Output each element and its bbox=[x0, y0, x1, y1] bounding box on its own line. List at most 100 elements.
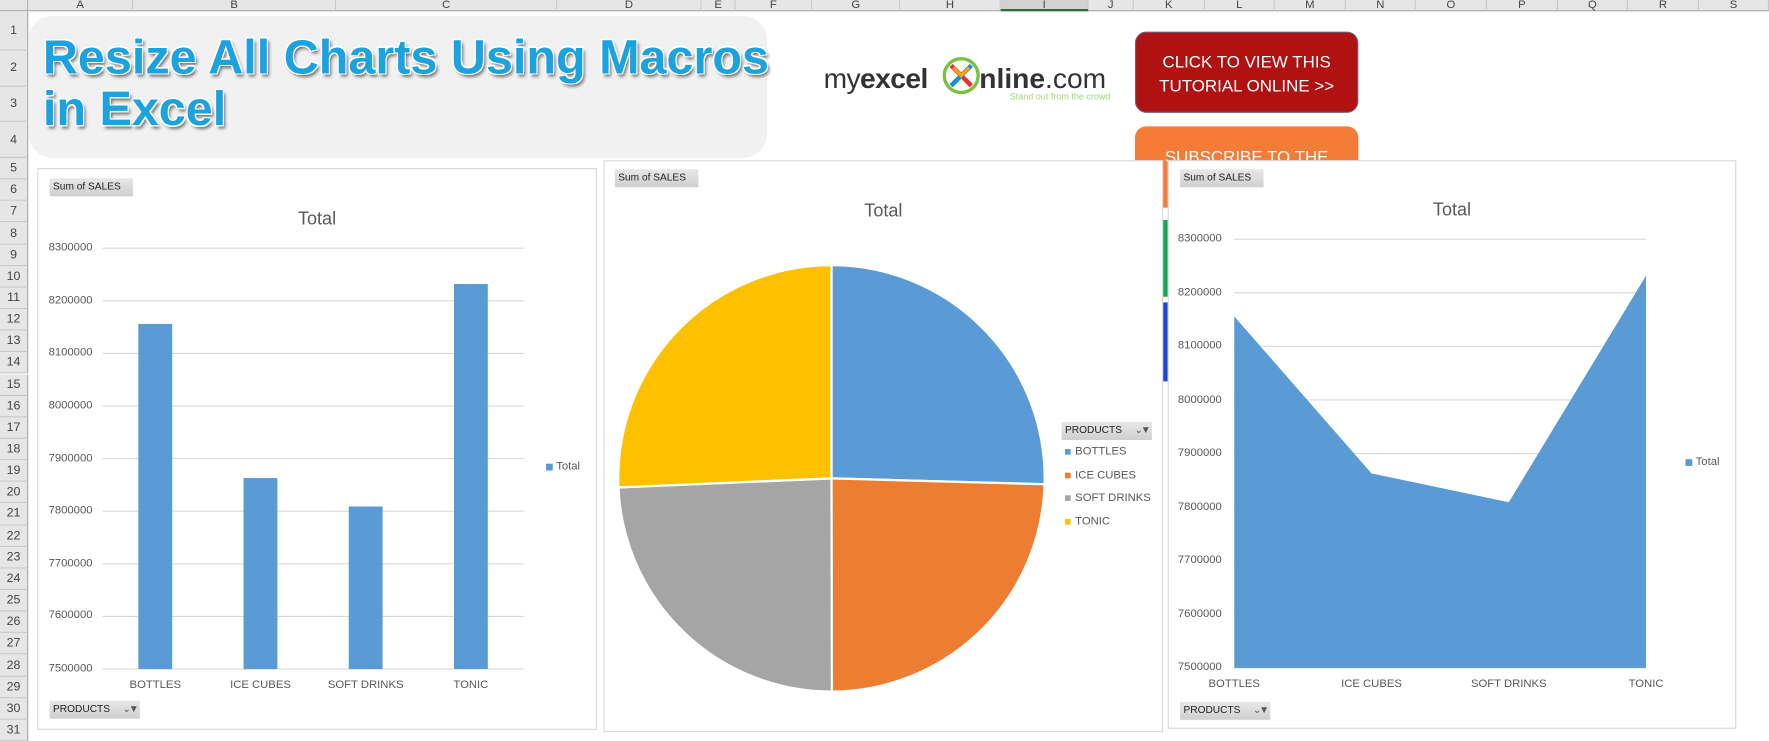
column-header-D[interactable]: D bbox=[557, 0, 702, 12]
column-header-G[interactable]: G bbox=[812, 0, 901, 12]
pie-slice-bottles[interactable] bbox=[830, 263, 1046, 486]
pie-chart[interactable]: Sum of SALES Total PRODUCTS ⌄▼ BOTTLES ICE CU… bbox=[603, 160, 1164, 733]
row-header-10[interactable]: 10 bbox=[0, 265, 29, 288]
row-header-20[interactable]: 20 bbox=[0, 482, 29, 504]
row-header-7[interactable]: 7 bbox=[0, 201, 29, 223]
row-header-4[interactable]: 4 bbox=[0, 122, 29, 159]
row-header-1[interactable]: 1 bbox=[0, 11, 29, 51]
row-header-27[interactable]: 27 bbox=[0, 633, 29, 655]
plot-area bbox=[102, 247, 524, 670]
row-header-24[interactable]: 24 bbox=[0, 568, 29, 591]
legend-swatch bbox=[1685, 458, 1693, 466]
column-header-C[interactable]: C bbox=[336, 0, 558, 12]
products-field-button[interactable]: PRODUCTS ⌄▼ bbox=[1061, 421, 1152, 440]
bar-ice-cubes[interactable] bbox=[243, 478, 278, 670]
row-header-29[interactable]: 29 bbox=[0, 676, 29, 699]
column-header-M[interactable]: M bbox=[1274, 0, 1346, 12]
column-header-B[interactable]: B bbox=[133, 0, 337, 12]
area-series-total[interactable] bbox=[1234, 275, 1647, 668]
legend[interactable]: Total bbox=[1685, 455, 1720, 469]
legend-swatch bbox=[1065, 449, 1071, 455]
column-header-K[interactable]: K bbox=[1133, 0, 1205, 12]
row-header-23[interactable]: 23 bbox=[0, 546, 29, 569]
legend-swatch bbox=[1065, 495, 1071, 502]
row-header-5[interactable]: 5 bbox=[0, 157, 29, 180]
row-header-9[interactable]: 9 bbox=[0, 244, 29, 266]
x-tick-label: ICE CUBES bbox=[1341, 678, 1402, 691]
row-header-15[interactable]: 15 bbox=[0, 373, 29, 396]
column-header-J[interactable]: J bbox=[1088, 0, 1134, 12]
y-tick-label: 8300000 bbox=[1177, 232, 1222, 245]
column-header-O[interactable]: O bbox=[1415, 0, 1487, 12]
column-header-E[interactable]: E bbox=[701, 0, 736, 12]
legend-label: SOFT DRINKS bbox=[1075, 492, 1151, 505]
legend-label: Total bbox=[1695, 455, 1720, 469]
row-header-25[interactable]: 25 bbox=[0, 590, 29, 612]
row-header-13[interactable]: 13 bbox=[0, 330, 29, 353]
y-tick-label: 7700000 bbox=[48, 557, 93, 570]
row-header-31[interactable]: 31 bbox=[0, 719, 29, 741]
y-tick-label: 7900000 bbox=[1177, 446, 1222, 460]
select-all-corner[interactable] bbox=[0, 0, 29, 12]
row-header-21[interactable]: 21 bbox=[0, 503, 29, 526]
y-tick-label: 8200000 bbox=[1177, 285, 1222, 299]
row-header-12[interactable]: 12 bbox=[0, 309, 29, 331]
column-header-S[interactable]: S bbox=[1699, 0, 1769, 12]
legend-label: Total bbox=[556, 460, 581, 473]
filter-dropdown-icon[interactable]: ⌄▼ bbox=[1134, 422, 1150, 439]
row-header-14[interactable]: 14 bbox=[0, 352, 29, 374]
legend-item[interactable]: TONIC bbox=[1065, 516, 1110, 528]
pie-slice-soft-drinks[interactable] bbox=[617, 477, 834, 693]
pie-slice-ice-cubes[interactable] bbox=[830, 477, 1046, 693]
column-header-N[interactable]: N bbox=[1345, 0, 1416, 12]
x-tick-label: BOTTLES bbox=[129, 679, 181, 692]
legend-swatch bbox=[1065, 519, 1071, 525]
row-header-18[interactable]: 18 bbox=[0, 438, 29, 461]
y-tick-label: 8300000 bbox=[48, 241, 93, 254]
y-tick-label: 7800000 bbox=[1177, 500, 1222, 513]
banner-title: Resize All Charts Using Macros in Excel bbox=[43, 32, 769, 136]
legend-item[interactable]: SOFT DRINKS bbox=[1065, 492, 1151, 505]
column-header-A[interactable]: A bbox=[28, 0, 134, 12]
x-tick-label: SOFT DRINKS bbox=[1470, 678, 1547, 691]
column-header-F[interactable]: F bbox=[735, 0, 813, 12]
row-header-22[interactable]: 22 bbox=[0, 525, 29, 547]
row-header-30[interactable]: 30 bbox=[0, 698, 29, 720]
column-header-R[interactable]: R bbox=[1627, 0, 1700, 12]
bar-tonic[interactable] bbox=[453, 283, 488, 670]
column-header-P[interactable]: P bbox=[1486, 0, 1559, 12]
svg-text:Stand out from the crowd: Stand out from the crowd bbox=[1010, 91, 1111, 101]
row-header-19[interactable]: 19 bbox=[0, 460, 29, 483]
legend-label: TONIC bbox=[1075, 515, 1111, 529]
row-header-26[interactable]: 26 bbox=[0, 611, 29, 634]
plot-area bbox=[1234, 238, 1647, 669]
column-header-H[interactable]: H bbox=[900, 0, 1001, 12]
row-header-6[interactable]: 6 bbox=[0, 179, 29, 202]
y-tick-label: 8100000 bbox=[48, 346, 93, 360]
row-header-11[interactable]: 11 bbox=[0, 287, 29, 310]
bar-bottles[interactable] bbox=[138, 323, 173, 670]
tutorial-button-line-2: TUTORIAL ONLINE >> bbox=[1159, 76, 1335, 96]
myexcelonline-logo[interactable]: myexcel nline.com Stand out from the cro… bbox=[824, 54, 1112, 101]
legend-item[interactable]: ICE CUBES bbox=[1065, 469, 1136, 481]
pie-slice-tonic[interactable] bbox=[617, 263, 833, 489]
bar-soft-drinks[interactable] bbox=[348, 506, 383, 670]
legend-item[interactable]: BOTTLES bbox=[1065, 446, 1127, 458]
y-tick-label: 7700000 bbox=[1177, 553, 1222, 567]
column-header-I[interactable]: I bbox=[1000, 0, 1089, 12]
view-tutorial-button[interactable]: CLICK TO VIEW THIS TUTORIAL ONLINE >> bbox=[1134, 31, 1359, 113]
column-header-L[interactable]: L bbox=[1204, 0, 1275, 12]
row-header-28[interactable]: 28 bbox=[0, 654, 29, 677]
column-header-Q[interactable]: Q bbox=[1558, 0, 1628, 12]
legend-label: BOTTLES bbox=[1075, 445, 1127, 459]
row-header-8[interactable]: 8 bbox=[0, 222, 29, 245]
row-header-2[interactable]: 2 bbox=[0, 50, 29, 87]
column-chart[interactable]: Sum of SALES PRODUCTS ⌄▼ Total 7500000 760000… bbox=[37, 168, 597, 730]
row-header-17[interactable]: 17 bbox=[0, 417, 29, 439]
row-header-3[interactable]: 3 bbox=[0, 86, 29, 123]
row-header-16[interactable]: 16 bbox=[0, 395, 29, 418]
area-chart[interactable]: Sum of SALES PRODUCTS ⌄▼ Total 7500000 760000… bbox=[1167, 160, 1737, 729]
x-tick-label: SOFT DRINKS bbox=[327, 679, 404, 692]
svg-text:nline.com: nline.com bbox=[979, 62, 1106, 94]
legend[interactable]: Total bbox=[546, 460, 581, 473]
